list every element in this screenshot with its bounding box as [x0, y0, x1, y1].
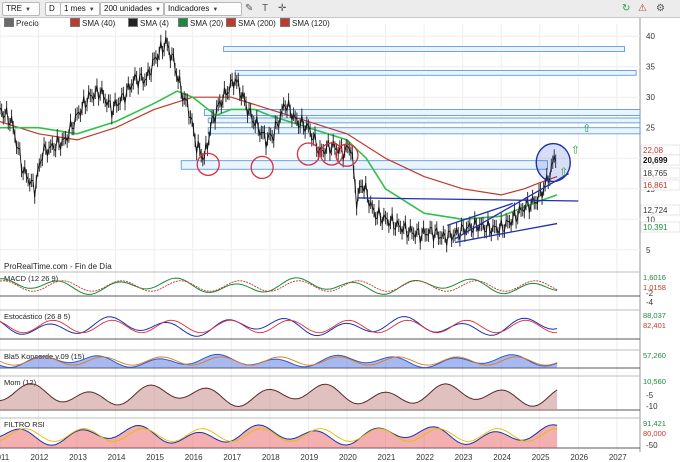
legend-swatch — [178, 18, 188, 27]
indicators-label: Indicadores — [168, 4, 210, 13]
legend-sma20-label: SMA (20) — [190, 19, 224, 28]
x-tick-label: 2018 — [262, 453, 280, 462]
legend-bar: Precio SMA (40) SMA (4) SMA (20) SMA (20… — [0, 18, 560, 30]
x-tick-label: 2020 — [339, 453, 357, 462]
ticker-label: TRE — [6, 4, 22, 13]
chevron-down-icon: ▼ — [25, 7, 31, 13]
y-tick-label: 40 — [646, 32, 655, 41]
legend-sma20[interactable]: SMA (20) — [178, 18, 223, 30]
legend-sma120[interactable]: SMA (120) — [280, 18, 330, 30]
source-label: ProRealTime.com - Fin de Día — [4, 262, 112, 271]
legend-sma4[interactable]: SMA (4) — [128, 18, 169, 30]
legend-sma40-label: SMA (40) — [82, 19, 116, 28]
legend-swatch — [70, 18, 80, 27]
y-tick-label: 30 — [646, 93, 655, 102]
x-tick-label: 2011 — [0, 453, 10, 462]
legend-sma40[interactable]: SMA (40) — [70, 18, 115, 30]
panel-label: FILTRO RSI — [4, 420, 45, 429]
ticker-select[interactable]: TRE ▼ — [2, 2, 40, 16]
resistance-zone — [234, 69, 637, 76]
x-tick-label: 2016 — [185, 453, 203, 462]
price-tag: 12,724 — [643, 206, 668, 215]
legend-swatch — [280, 18, 290, 27]
chevron-down-icon: ▼ — [212, 7, 219, 13]
x-tick-label: 2013 — [69, 453, 87, 462]
panel-value: 80,000 — [643, 429, 666, 438]
chart-canvas: 2011 2012 2013 2014 2015 2016 2017 2018 2019 2020… — [0, 18, 680, 462]
x-tick-label: 2012 — [31, 453, 49, 462]
panel-value: 1,6016 — [643, 273, 666, 282]
x-tick-label: 2027 — [609, 453, 627, 462]
up-arrow-icon: ⇧ — [559, 165, 568, 178]
panel-tick: -50 — [646, 441, 658, 450]
crosshair-icon[interactable]: ✛ — [278, 2, 286, 15]
x-tick-label: 2014 — [108, 453, 126, 462]
panel-label: Estocástico (26 8 5) — [4, 312, 71, 321]
panel-tick: -2 — [646, 289, 654, 298]
price-tag: 20,699 — [643, 156, 668, 165]
chevron-down-icon: ▼ — [88, 7, 95, 13]
legend-sma120-label: SMA (120) — [292, 19, 330, 28]
x-tick-label: 2021 — [378, 453, 396, 462]
resistance-zone — [207, 127, 641, 135]
legend-sma200-label: SMA (200) — [238, 19, 276, 28]
price-tag: 18,765 — [643, 169, 668, 178]
period-select[interactable]: 1 mes ▼ — [60, 2, 100, 16]
price-tag: 16,861 — [643, 181, 668, 190]
legend-sma4-label: SMA (4) — [140, 19, 169, 28]
panel-value: 10,560 — [643, 377, 666, 386]
x-tick-label: 2024 — [493, 453, 511, 462]
chevron-down-icon: ▼ — [155, 7, 161, 13]
panel-tick: -4 — [646, 298, 654, 307]
units-select[interactable]: 200 unidades ▼ — [100, 2, 164, 16]
legend-price-label: Precio — [16, 19, 39, 28]
resistance-zone — [180, 160, 548, 170]
refresh-icon[interactable]: ↻ — [622, 2, 630, 15]
panel-tick: -5 — [646, 391, 654, 400]
indicators-button[interactable]: Indicadores ▼ — [164, 2, 242, 16]
y-tick-label: 5 — [646, 246, 651, 255]
x-tick-label: 2023 — [455, 453, 473, 462]
units-label: 200 unidades — [104, 4, 153, 13]
legend-swatch — [226, 18, 236, 27]
x-tick-label: 2017 — [223, 453, 241, 462]
legend-swatch — [128, 18, 138, 27]
toolbar: TRE ▼ D 1 mes ▼ 200 unidades ▼ Indicadores ▼… — [0, 0, 680, 18]
resistance-zone — [207, 117, 641, 124]
x-tick-label: 2026 — [570, 453, 588, 462]
panel-value: 88,037 — [643, 311, 666, 320]
legend-price[interactable]: Precio — [4, 18, 39, 30]
legend-swatch — [4, 18, 14, 27]
x-tick-label: 2025 — [532, 453, 550, 462]
y-tick-label: 35 — [646, 63, 655, 72]
up-arrow-icon: ⇧ — [582, 122, 591, 135]
x-tick-label: 2022 — [416, 453, 434, 462]
panel-tick: -10 — [646, 402, 658, 411]
pencil-icon[interactable]: ✎ — [245, 2, 253, 15]
price-tag: 22,08 — [643, 146, 664, 155]
d-button[interactable]: D — [45, 2, 61, 16]
up-arrow-icon: ⇧ — [571, 143, 580, 156]
settings-icon[interactable]: ⚙ — [656, 2, 665, 15]
legend-sma200[interactable]: SMA (200) — [226, 18, 276, 30]
panel-value: 91,421 — [643, 419, 666, 428]
alert-icon[interactable]: ⚠ — [638, 2, 647, 15]
resistance-zone — [223, 46, 625, 52]
y-tick-label: 25 — [646, 124, 655, 133]
x-tick-label: 2015 — [146, 453, 164, 462]
price-tag: 10,391 — [643, 223, 668, 232]
d-button-label: D — [49, 4, 55, 13]
period-label: 1 mes — [64, 4, 86, 13]
panel-value: 57,260 — [643, 351, 666, 360]
panel-value: 82,401 — [643, 321, 666, 330]
text-tool-icon[interactable]: T — [262, 2, 268, 15]
x-tick-label: 2019 — [300, 453, 318, 462]
